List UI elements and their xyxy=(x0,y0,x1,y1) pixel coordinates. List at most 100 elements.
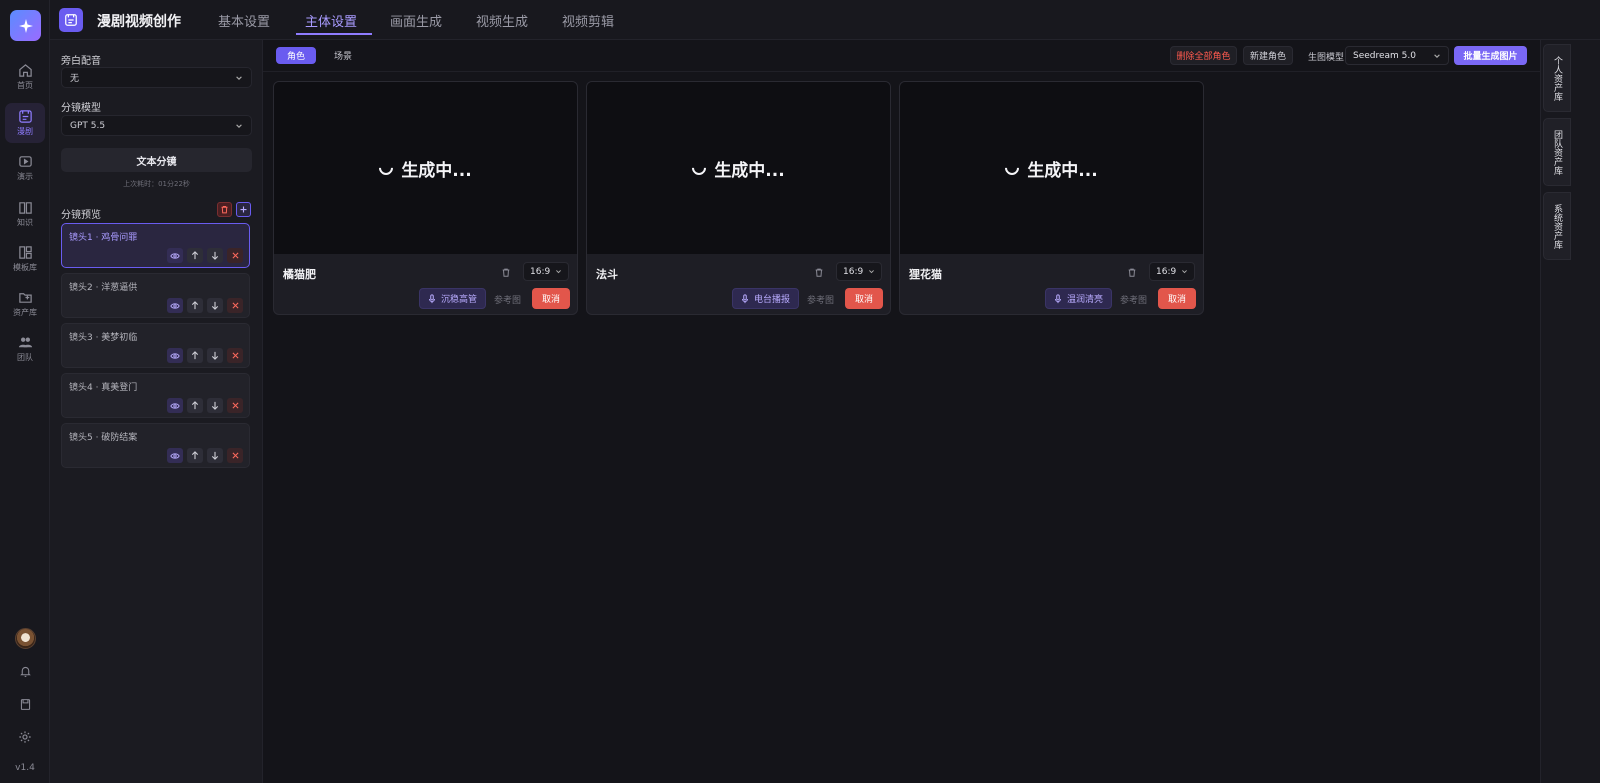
voice-label: 沉稳高管 xyxy=(441,295,478,305)
side-tab-label: 系统资产库 xyxy=(1552,203,1562,249)
user-avatar[interactable] xyxy=(15,628,36,649)
role-card: 生成中... 法斗 16:9 电台播报 参考图 取消 xyxy=(586,81,891,315)
save-icon[interactable] xyxy=(15,694,35,714)
close-icon[interactable] xyxy=(227,298,243,313)
reference-image-link[interactable]: 参考图 xyxy=(1120,293,1147,306)
rail-item-comic[interactable]: 漫剧 xyxy=(5,103,45,143)
layout-icon xyxy=(18,246,32,259)
rail-item-templates[interactable]: 模板库 xyxy=(5,239,45,279)
rail-item-home[interactable]: 首页 xyxy=(5,57,45,97)
batch-generate-button[interactable]: 批量生成图片 xyxy=(1454,46,1527,65)
app-logo[interactable] xyxy=(10,10,41,41)
text-split-button[interactable]: 文本分镜 xyxy=(61,148,252,172)
arrow-up-icon[interactable] xyxy=(187,448,203,463)
close-icon[interactable] xyxy=(227,348,243,363)
split-model-select[interactable]: GPT 5.5 xyxy=(61,115,252,136)
narration-select[interactable]: 无 xyxy=(61,67,252,88)
cancel-button[interactable]: 取消 xyxy=(845,288,883,309)
eye-icon[interactable] xyxy=(167,348,183,363)
microphone-icon xyxy=(1055,293,1061,303)
rail-item-demo[interactable]: 演示 xyxy=(5,148,45,188)
rail-label: 首页 xyxy=(17,81,33,90)
delete-all-shots-button[interactable] xyxy=(217,202,232,217)
gear-icon[interactable] xyxy=(15,727,35,747)
new-role-button[interactable]: 新建角色 xyxy=(1243,46,1293,65)
tab-personal-assets[interactable]: 个人资产库 xyxy=(1543,44,1571,112)
microphone-icon xyxy=(742,293,748,303)
tab-video-edit[interactable]: 视频剪辑 xyxy=(562,11,614,30)
team-icon xyxy=(18,337,32,348)
arrow-down-icon[interactable] xyxy=(207,248,223,263)
role-name: 法斗 xyxy=(596,268,618,281)
reference-image-link[interactable]: 参考图 xyxy=(494,293,521,306)
chevron-down-icon xyxy=(236,123,242,128)
shot-title: 镜头3 · 美梦初临 xyxy=(69,333,138,343)
voice-button[interactable]: 沉稳高管 xyxy=(419,288,487,309)
shot-item[interactable]: 镜头1 · 鸡骨问罪 xyxy=(61,223,250,268)
tab-system-assets[interactable]: 系统资产库 xyxy=(1543,192,1571,260)
close-icon[interactable] xyxy=(227,248,243,263)
image-model-value: Seedream 5.0 xyxy=(1353,50,1416,61)
image-model-select[interactable]: Seedream 5.0 xyxy=(1345,46,1449,65)
spinner-icon xyxy=(1002,158,1023,178)
tab-basic[interactable]: 基本设置 xyxy=(218,11,270,30)
arrow-up-icon[interactable] xyxy=(187,398,203,413)
arrow-down-icon[interactable] xyxy=(207,398,223,413)
chevron-down-icon xyxy=(869,270,874,274)
eye-icon[interactable] xyxy=(167,398,183,413)
subtab-roles[interactable]: 角色 xyxy=(276,47,317,64)
tab-team-assets[interactable]: 团队资产库 xyxy=(1543,118,1571,186)
version-label: v1.4 xyxy=(15,763,35,773)
chevron-down-icon xyxy=(1434,53,1440,58)
trash-icon[interactable] xyxy=(813,265,825,279)
subtab-scenes[interactable]: 场景 xyxy=(323,47,363,64)
rail-item-assets[interactable]: 资产库 xyxy=(5,284,45,324)
ratio-select[interactable]: 16:9 xyxy=(523,262,569,281)
nav-rail: 首页 漫剧 演示 知识 模板库 资产库 团队 v1.4 xyxy=(0,0,50,783)
ratio-select[interactable]: 16:9 xyxy=(1149,262,1195,281)
top-bar: 漫剧视频创作 基本设置 主体设置 画面生成 视频生成 视频剪辑 xyxy=(50,0,1600,40)
voice-button[interactable]: 电台播报 xyxy=(732,288,800,309)
tab-subject[interactable]: 主体设置 xyxy=(305,11,357,30)
rail-item-team[interactable]: 团队 xyxy=(5,329,45,369)
voice-button[interactable]: 温润清亮 xyxy=(1045,288,1113,309)
eye-icon[interactable] xyxy=(167,448,183,463)
reference-image-link[interactable]: 参考图 xyxy=(807,293,834,306)
arrow-down-icon[interactable] xyxy=(207,298,223,313)
bell-icon[interactable] xyxy=(15,661,35,681)
arrow-up-icon[interactable] xyxy=(187,248,203,263)
ratio-select[interactable]: 16:9 xyxy=(836,262,882,281)
narration-label: 旁白配音 xyxy=(61,56,101,67)
role-name: 橘猫肥 xyxy=(283,268,316,281)
shot-item[interactable]: 镜头5 · 破防结案 xyxy=(61,423,250,468)
voice-label: 温润清亮 xyxy=(1067,295,1104,305)
cancel-button[interactable]: 取消 xyxy=(532,288,570,309)
eye-icon[interactable] xyxy=(167,248,183,263)
add-shot-button[interactable] xyxy=(236,202,251,217)
home-icon xyxy=(18,64,32,77)
arrow-up-icon[interactable] xyxy=(187,298,203,313)
arrow-up-icon[interactable] xyxy=(187,348,203,363)
tab-video-gen[interactable]: 视频生成 xyxy=(476,11,528,30)
plus-icon xyxy=(240,206,247,213)
rail-item-knowledge[interactable]: 知识 xyxy=(5,194,45,234)
delete-all-roles-button[interactable]: 删除全部角色 xyxy=(1170,46,1237,65)
arrow-down-icon[interactable] xyxy=(207,348,223,363)
role-image-placeholder: 生成中... xyxy=(900,82,1203,254)
rail-label: 演示 xyxy=(17,172,33,181)
shot-item[interactable]: 镜头2 · 洋葱逼供 xyxy=(61,273,250,318)
generating-status: 生成中... xyxy=(401,160,472,181)
trash-icon[interactable] xyxy=(1126,265,1138,279)
trash-icon[interactable] xyxy=(500,265,512,279)
cancel-button[interactable]: 取消 xyxy=(1158,288,1196,309)
role-image-placeholder: 生成中... xyxy=(274,82,577,254)
shot-title: 镜头1 · 鸡骨问罪 xyxy=(69,233,138,243)
tab-frame-gen[interactable]: 画面生成 xyxy=(390,11,442,30)
shot-item[interactable]: 镜头4 · 真美登门 xyxy=(61,373,250,418)
close-icon[interactable] xyxy=(227,398,243,413)
eye-icon[interactable] xyxy=(167,298,183,313)
close-icon[interactable] xyxy=(227,448,243,463)
shot-item[interactable]: 镜头3 · 美梦初临 xyxy=(61,323,250,368)
arrow-down-icon[interactable] xyxy=(207,448,223,463)
preview-label: 分镜预览 xyxy=(61,210,101,221)
